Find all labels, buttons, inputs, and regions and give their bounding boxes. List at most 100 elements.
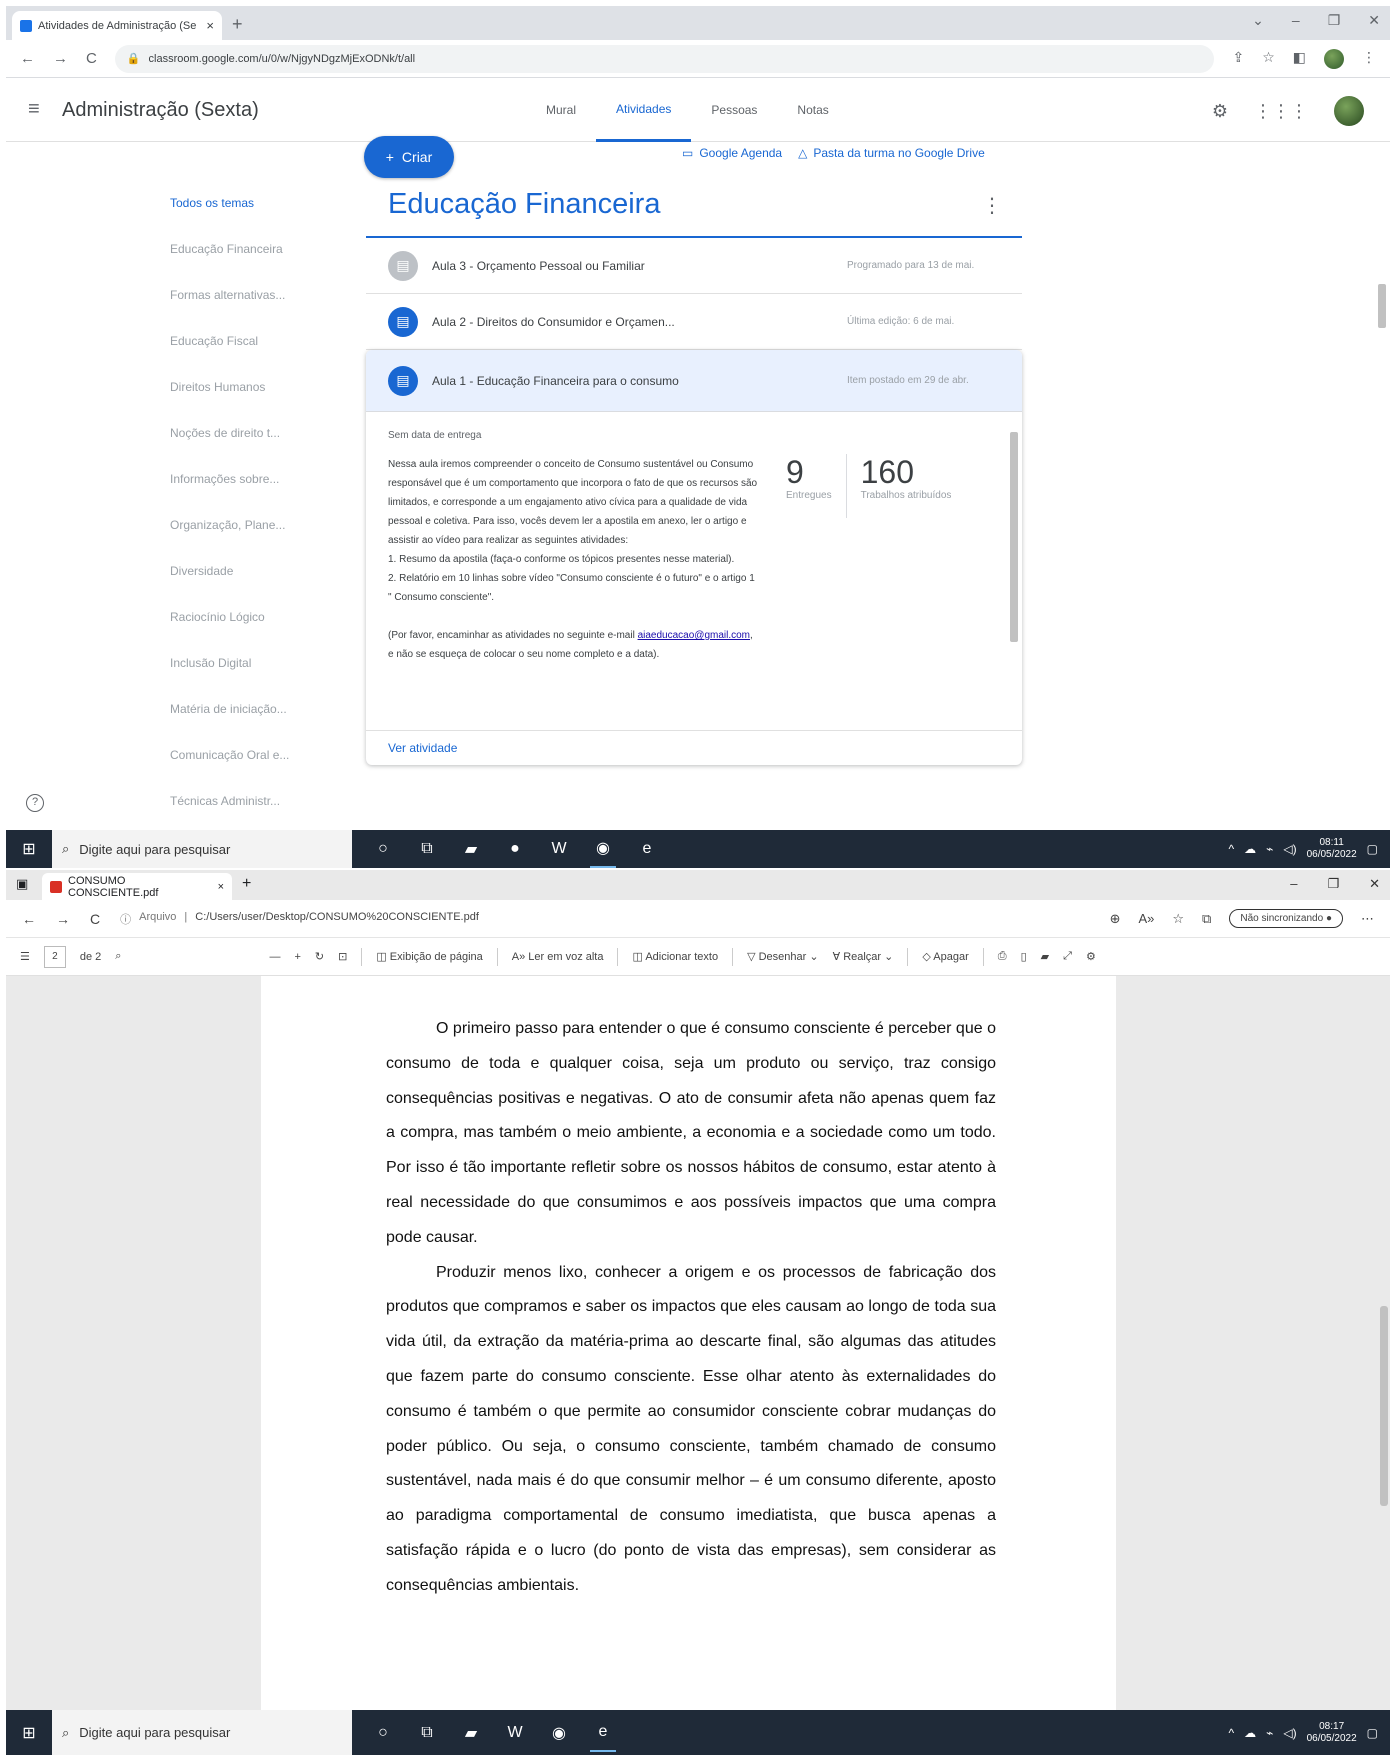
contents-icon[interactable]: ☰ bbox=[20, 950, 30, 963]
task-view-icon[interactable]: ⧉ bbox=[414, 1714, 440, 1752]
topic-item[interactable]: Formas alternativas... bbox=[170, 286, 310, 332]
minimize-icon[interactable]: – bbox=[1290, 876, 1297, 892]
onedrive-icon[interactable]: ☁ bbox=[1244, 842, 1256, 856]
assignment-row[interactable]: ▤ Aula 2 - Direitos do Consumidor e Orça… bbox=[366, 294, 1022, 350]
save-as-icon[interactable]: ▰ bbox=[1041, 950, 1049, 963]
topic-item[interactable]: Técnicas Administr... bbox=[170, 792, 310, 832]
profile-avatar[interactable] bbox=[1324, 48, 1344, 69]
zoom-out-icon[interactable]: — bbox=[269, 951, 280, 963]
save-icon[interactable]: ▯ bbox=[1021, 950, 1027, 963]
print-icon[interactable]: ⎙ bbox=[998, 950, 1007, 963]
topic-item[interactable]: Educação Fiscal bbox=[170, 332, 310, 378]
draw-button[interactable]: ▽ Desenhar ⌄ bbox=[747, 950, 819, 963]
close-window-icon[interactable]: ✕ bbox=[1368, 12, 1380, 29]
fit-page-icon[interactable]: ⊡ bbox=[338, 950, 347, 963]
tab-atividades[interactable]: Atividades bbox=[596, 78, 692, 142]
clock[interactable]: 08:11 06/05/2022 bbox=[1307, 837, 1357, 861]
notifications-icon[interactable]: ▢ bbox=[1367, 842, 1378, 856]
settings-gear-icon[interactable]: ⚙ bbox=[1212, 101, 1228, 122]
pdf-scrollbar[interactable] bbox=[1380, 1306, 1388, 1506]
firefox-icon[interactable]: ● bbox=[502, 830, 528, 868]
menu-icon[interactable]: ≡ bbox=[28, 98, 40, 121]
extensions-icon[interactable]: ◧ bbox=[1293, 49, 1306, 69]
chrome-icon[interactable]: ◉ bbox=[590, 830, 616, 868]
more-options-icon[interactable]: ⋮ bbox=[982, 188, 1002, 224]
restore-icon[interactable]: ❐ bbox=[1327, 876, 1339, 892]
tab-actions-icon[interactable]: ▣ bbox=[16, 876, 28, 892]
close-window-icon[interactable]: ✕ bbox=[1369, 876, 1380, 892]
account-avatar[interactable] bbox=[1334, 96, 1364, 126]
page-scrollbar[interactable] bbox=[1378, 284, 1386, 328]
tab-pessoas[interactable]: Pessoas bbox=[691, 78, 777, 142]
description-scrollbar[interactable] bbox=[1008, 422, 1018, 720]
topic-item[interactable]: Organização, Plane... bbox=[170, 516, 310, 562]
close-tab-icon[interactable]: × bbox=[206, 18, 214, 33]
assignment-row[interactable]: ▤ Aula 3 - Orçamento Pessoal ou Familiar… bbox=[366, 238, 1022, 294]
network-icon[interactable]: ⌁ bbox=[1266, 1726, 1273, 1740]
share-icon[interactable]: ⇪ bbox=[1232, 49, 1244, 69]
email-link[interactable]: aiaeducacao@gmail.com bbox=[638, 630, 750, 641]
file-explorer-icon[interactable]: ▰ bbox=[458, 1714, 484, 1752]
forward-icon[interactable]: → bbox=[53, 50, 68, 67]
cortana-icon[interactable]: ○ bbox=[370, 1714, 396, 1752]
browser-tab[interactable]: Atividades de Administração (Se × bbox=[12, 11, 222, 40]
edge-tab[interactable]: CONSUMO CONSCIENTE.pdf × bbox=[42, 873, 232, 900]
create-button[interactable]: + Criar bbox=[364, 136, 454, 178]
topic-item[interactable]: Todos os temas bbox=[170, 194, 310, 240]
erase-button[interactable]: ◇ Apagar bbox=[922, 950, 968, 963]
zoom-in-icon[interactable]: + bbox=[294, 951, 300, 963]
new-tab-icon[interactable]: + bbox=[232, 14, 243, 35]
google-calendar-link[interactable]: ▭ Google Agenda bbox=[682, 146, 782, 160]
topic-item[interactable]: Comunicação Oral e... bbox=[170, 746, 310, 792]
reload-icon[interactable]: C bbox=[86, 50, 97, 67]
assignment-row[interactable]: ▤ Aula 1 - Educação Financeira para o co… bbox=[366, 350, 1022, 412]
windows-start-icon[interactable]: ⊞ bbox=[6, 839, 52, 859]
topic-item[interactable]: Informações sobre... bbox=[170, 470, 310, 516]
forward-icon[interactable]: → bbox=[56, 911, 70, 927]
address-bar[interactable]: ⓘ Arquivo | C:/Users/user/Desktop/CONSUM… bbox=[120, 911, 1089, 927]
new-tab-icon[interactable]: + bbox=[242, 875, 251, 893]
volume-icon[interactable]: ◁) bbox=[1283, 1726, 1296, 1740]
onedrive-icon[interactable]: ☁ bbox=[1244, 1726, 1256, 1740]
favorites-icon[interactable]: ☆ bbox=[1172, 911, 1184, 927]
page-view-button[interactable]: ◫ Exibição de página bbox=[376, 950, 482, 963]
file-explorer-icon[interactable]: ▰ bbox=[458, 830, 484, 868]
network-icon[interactable]: ⌁ bbox=[1266, 842, 1273, 856]
fullscreen-icon[interactable]: ⤢ bbox=[1063, 950, 1072, 963]
notifications-icon[interactable]: ▢ bbox=[1367, 1726, 1378, 1740]
apps-grid-icon[interactable]: ⋮⋮⋮ bbox=[1254, 101, 1308, 122]
close-tab-icon[interactable]: × bbox=[218, 881, 224, 893]
read-aloud-icon[interactable]: A» bbox=[1138, 911, 1154, 926]
topic-item[interactable]: Direitos Humanos bbox=[170, 378, 310, 424]
bookmark-star-icon[interactable]: ☆ bbox=[1262, 49, 1275, 69]
scrollbar-thumb[interactable] bbox=[1010, 432, 1018, 642]
tab-search-icon[interactable]: ⌄ bbox=[1252, 12, 1264, 29]
search-icon[interactable]: ⌕ bbox=[115, 950, 121, 963]
tray-chevron-icon[interactable]: ^ bbox=[1228, 1726, 1234, 1740]
read-aloud-button[interactable]: A» Ler em voz alta bbox=[512, 951, 604, 963]
taskbar-search[interactable]: ⌕ Digite aqui para pesquisar bbox=[52, 830, 352, 868]
topic-item[interactable]: Educação Financeira bbox=[170, 240, 310, 286]
assigned-stat[interactable]: 160 Trabalhos atribuídos bbox=[845, 454, 966, 518]
handed-in-stat[interactable]: 9 Entregues bbox=[772, 454, 846, 518]
drive-folder-link[interactable]: △ Pasta da turma no Google Drive bbox=[798, 146, 985, 160]
clock[interactable]: 08:17 06/05/2022 bbox=[1307, 1721, 1357, 1745]
address-bar[interactable]: 🔒 classroom.google.com/u/0/w/NjgyNDgzMjE… bbox=[114, 44, 1215, 73]
rotate-icon[interactable]: ↻ bbox=[315, 950, 324, 963]
chrome-icon[interactable]: ◉ bbox=[546, 1714, 572, 1752]
task-view-icon[interactable]: ⧉ bbox=[414, 830, 440, 868]
view-assignment-link[interactable]: Ver atividade bbox=[366, 730, 1022, 765]
edge-icon[interactable]: e bbox=[590, 1714, 616, 1752]
windows-start-icon[interactable]: ⊞ bbox=[6, 1723, 52, 1743]
more-icon[interactable]: ⋯ bbox=[1361, 911, 1374, 927]
pdf-settings-icon[interactable]: ⚙ bbox=[1086, 950, 1096, 963]
restore-icon[interactable]: ❐ bbox=[1328, 12, 1341, 29]
highlight-button[interactable]: ∀ Realçar ⌄ bbox=[833, 950, 894, 963]
add-text-button[interactable]: ◫ Adicionar texto bbox=[632, 950, 718, 963]
word-icon[interactable]: W bbox=[546, 830, 572, 868]
help-icon[interactable]: ? bbox=[26, 794, 44, 812]
sync-button[interactable]: Não sincronizando ● bbox=[1229, 909, 1343, 928]
volume-icon[interactable]: ◁) bbox=[1283, 842, 1296, 856]
back-icon[interactable]: ← bbox=[20, 50, 35, 67]
taskbar-search[interactable]: ⌕ Digite aqui para pesquisar bbox=[52, 1710, 352, 1755]
